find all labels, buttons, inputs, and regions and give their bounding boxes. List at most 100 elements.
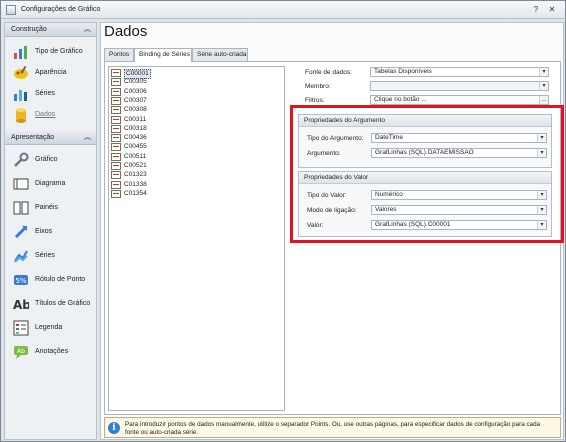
series-list-item-label: C00436 — [124, 134, 147, 142]
series-icon — [14, 90, 27, 101]
filters-field[interactable]: Clique no botão ... ... — [370, 95, 549, 105]
filters-value: Clique no botão ... — [374, 96, 427, 103]
collapse-chevron-icon[interactable]: ︽ — [84, 131, 91, 145]
series-list-item[interactable]: C00455 — [110, 143, 206, 152]
sidebar-item-label: Títulos de Gráfico — [35, 300, 91, 307]
sidebar-item-diagram[interactable]: Diagrama — [13, 175, 95, 195]
sidebar-item-axes[interactable]: Eixos — [13, 223, 95, 243]
series-chart-icon — [111, 134, 121, 143]
collapse-chevron-icon[interactable]: ︽ — [84, 23, 91, 37]
series-list-item[interactable]: C01323 — [110, 171, 206, 180]
sidebar-item-appearance[interactable]: Aparência — [13, 64, 95, 84]
svg-text:5%: 5% — [15, 277, 26, 285]
series-list-item-label: C00521 — [124, 162, 147, 169]
help-button[interactable]: ? — [531, 5, 541, 15]
filters-ellipsis-button[interactable]: ... — [539, 96, 548, 104]
series-list-item[interactable]: C00436 — [110, 134, 206, 143]
series-list-item-label: C00318 — [124, 124, 147, 132]
series-list-item[interactable]: C00307 — [110, 96, 206, 106]
series-chart-icon — [111, 96, 121, 105]
series-chart-icon — [111, 189, 121, 198]
diagram-icon — [13, 178, 29, 190]
series-chart-icon — [111, 152, 121, 161]
close-button[interactable]: ✕ — [547, 5, 557, 15]
tab-auto-created-series[interactable]: Série auto-criada — [192, 48, 248, 61]
series-list-item[interactable]: C00001 — [110, 69, 206, 79]
sidebar-item-label: Séries — [35, 90, 55, 97]
page-title: Dados — [104, 23, 148, 40]
series-list-item[interactable]: C00306 — [110, 87, 206, 97]
tab-points[interactable]: Pontos — [104, 48, 134, 61]
group-construction-label: Construção — [11, 26, 47, 33]
info-text: Para introduzir pontos de dados manualme… — [125, 421, 541, 436]
sidebar-item-chart[interactable]: Gráfico — [13, 151, 95, 171]
series-chart-icon — [111, 180, 121, 189]
sidebar-item-point-label[interactable]: 5% Rótulo de Ponto — [13, 271, 95, 291]
axes-icon — [14, 225, 28, 239]
series-list-item[interactable]: C00521 — [110, 162, 206, 171]
series-chart-icon — [111, 171, 121, 180]
point-label-icon: 5% — [14, 275, 28, 285]
title-bar: Configurações de Gráfico ? ✕ — [1, 1, 565, 19]
series-list-item-label: C01323 — [124, 171, 147, 179]
svg-text:Ab: Ab — [13, 298, 29, 312]
sidebar-item-panels[interactable]: Painéis — [13, 199, 95, 219]
sidebar-item-chart-titles[interactable]: Ab Títulos de Gráfico — [13, 295, 95, 315]
sidebar-item-chart-type[interactable]: Tipo de Gráfico — [13, 43, 95, 63]
sidebar-item-label: Diagrama — [35, 180, 66, 187]
sidebar-item-label: Séries — [35, 252, 55, 259]
datasource-label: Fonte de dados: — [305, 69, 352, 76]
series-list-item[interactable]: C00511 — [110, 152, 206, 162]
sidebar-item-data[interactable]: Dados — [13, 106, 95, 126]
series-list[interactable]: C00001 C00305 C00306 C00307 C00308 C00311 C003… — [108, 66, 285, 411]
series-list-item[interactable]: C00305 — [110, 78, 206, 87]
chart-type-icon — [14, 46, 27, 59]
series-list-item-label: C00307 — [124, 96, 147, 104]
series-list-item[interactable]: C01338 — [110, 180, 206, 190]
series-chart-icon — [111, 69, 121, 77]
chevron-down-icon[interactable]: ▾ — [539, 82, 548, 90]
series-chart-icon — [111, 162, 121, 170]
sidebar: Construção ︽ Tipo de Gráfico Aparência S… — [4, 22, 97, 440]
svg-text:Ab: Ab — [17, 348, 25, 355]
chevron-down-icon[interactable]: ▾ — [539, 68, 548, 76]
sidebar-item-label: Rótulo de Ponto — [35, 276, 86, 283]
sidebar-item-series[interactable]: Séries — [13, 85, 95, 105]
sidebar-item-label: Legenda — [35, 324, 63, 331]
series-list-item[interactable]: C00308 — [110, 106, 206, 115]
sidebar-item-label: Aparência — [35, 69, 67, 76]
sidebar-item-label: Tipo de Gráfico — [35, 48, 83, 55]
palette-icon — [14, 65, 28, 79]
member-label: Membro: — [305, 83, 331, 90]
group-presentation-header[interactable]: Apresentação ︽ — [5, 131, 96, 145]
series-list-item-label: C00306 — [124, 87, 147, 95]
sidebar-item-series-2[interactable]: Séries — [13, 247, 95, 267]
panels-icon — [13, 201, 29, 215]
group-construction-header[interactable]: Construção ︽ — [5, 23, 96, 37]
series-list-item[interactable]: C01354 — [110, 189, 206, 199]
series-chart-icon — [111, 124, 121, 133]
series-list-item[interactable]: C00318 — [110, 124, 206, 134]
series-list-item-label: C01338 — [124, 180, 147, 188]
series-chart-icon — [111, 115, 121, 124]
tab-series-binding[interactable]: Binding de Séries — [134, 48, 192, 62]
sidebar-item-label: Dados — [35, 111, 56, 118]
member-dropdown[interactable]: ▾ — [370, 81, 549, 91]
sidebar-item-legend[interactable]: Legenda — [13, 319, 95, 339]
info-bar: i Para introduzir pontos de dados manual… — [104, 417, 561, 438]
datasource-dropdown[interactable]: Tabelas Disponíveis ▾ — [370, 67, 549, 77]
series-list-item-label: C00511 — [124, 152, 147, 160]
window-title: Configurações de Gráfico — [21, 6, 101, 13]
series-list-item-label: C01354 — [124, 189, 147, 197]
series-chart-icon — [111, 143, 121, 152]
filters-label: Filtros: — [305, 97, 325, 104]
series-list-item[interactable]: C00311 — [110, 115, 206, 125]
wrench-icon — [14, 152, 29, 167]
sidebar-item-label: Gráfico — [35, 156, 58, 163]
sidebar-item-annotations[interactable]: Ab Anotações — [13, 343, 95, 363]
sidebar-item-label: Eixos — [35, 228, 53, 235]
annotation-icon: Ab — [14, 346, 28, 359]
sidebar-item-label: Painéis — [35, 204, 58, 211]
info-icon: i — [108, 422, 120, 434]
highlight-annotation-box — [290, 105, 564, 243]
